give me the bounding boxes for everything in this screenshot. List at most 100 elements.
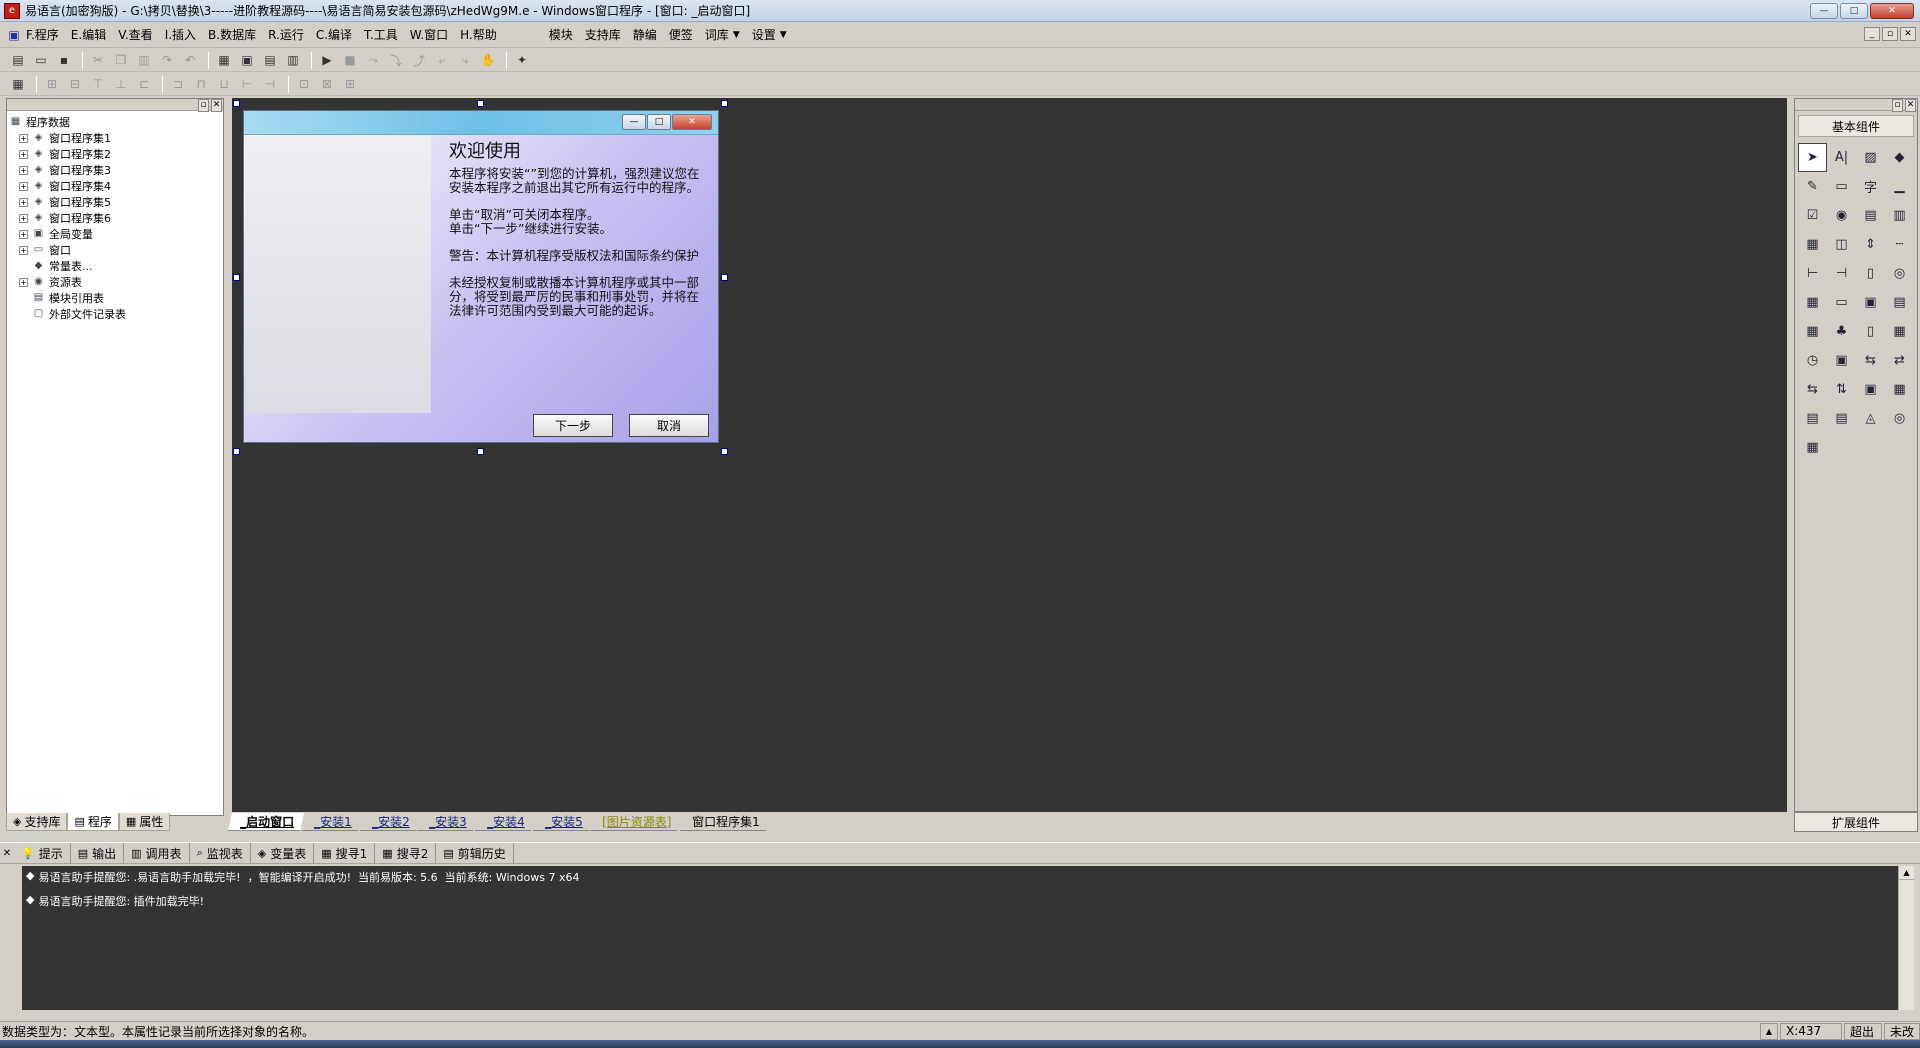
toolbar-icon[interactable]: ⤴ [409,51,429,70]
toolbar-icon[interactable]: ▭ [31,51,51,70]
toolbar-icon[interactable]: ✂ [88,51,108,70]
component-icon[interactable]: ▦ [1798,317,1827,346]
toolbar-icon[interactable]: ▶ [317,51,337,70]
component-icon[interactable]: ▦ [1885,375,1914,404]
toolbar-icon[interactable]: ▣ [237,51,257,70]
component-icon[interactable]: ⊢ [1798,259,1827,288]
component-icon[interactable]: ▭ [1827,172,1856,201]
menu-item[interactable]: R.运行 [262,26,310,43]
output-close-icon[interactable]: ✕ [0,848,14,859]
menu-item[interactable]: W.窗口 [404,26,454,43]
component-icon[interactable]: ◷ [1798,346,1827,375]
menu-item[interactable]: 设置 [746,26,782,43]
designer-tab[interactable]: [图片资源表] [590,813,682,831]
component-icon[interactable]: ▨ [1856,143,1885,172]
toolbar-icon[interactable]: ⊞ [42,75,62,94]
component-icon[interactable]: ▤ [1827,404,1856,433]
component-icon[interactable]: ⇕ [1856,230,1885,259]
expand-toggle-icon[interactable]: + [19,165,28,175]
designer-tab[interactable]: _安装5 [532,813,593,831]
form-maximize-button[interactable]: □ [647,114,671,130]
tree-node[interactable]: + ◉ 资源表 [9,274,221,290]
toolbar-icon[interactable]: ▪ [54,51,74,70]
toolbar-icon[interactable]: ⊔ [214,75,234,94]
tree-node[interactable]: + ◈ 窗口程序集6 [9,210,221,226]
startup-window-form[interactable]: — □ ✕ 欢迎使用 本程序将安装“”到您的计算机，强烈建议您在安装本程序之前退… [243,110,719,443]
document-icon[interactable]: ▣ [6,25,22,44]
resize-handle[interactable] [721,274,728,281]
tree-node[interactable]: + ◈ 窗口程序集3 [9,162,221,178]
expand-toggle-icon[interactable]: + [19,245,28,255]
form-minimize-button[interactable]: — [622,114,646,130]
panel-float-icon[interactable]: ▫ [1892,99,1903,112]
component-icon[interactable]: ⇆ [1798,375,1827,404]
output-scrollbar[interactable]: ▲ [1898,866,1914,1010]
toolbar-icon[interactable]: ▥ [283,51,303,70]
toolbar-icon[interactable]: ↷ [157,51,177,70]
component-icon[interactable]: ▭ [1827,288,1856,317]
menu-item[interactable]: 便签 [663,26,699,43]
output-tab[interactable]: 💡 提示 [14,843,71,863]
component-icon[interactable]: ⇆ [1856,346,1885,375]
expand-toggle-icon[interactable]: + [19,181,28,191]
component-icon[interactable]: ✎ [1798,172,1827,201]
tree-node[interactable]: + ▣ 全局变量 [9,226,221,242]
toolbar-icon[interactable]: ▤ [260,51,280,70]
toolbar-icon[interactable]: ▦ [8,75,28,94]
component-icon[interactable]: ◎ [1885,404,1914,433]
component-icon[interactable]: ♣ [1827,317,1856,346]
menu-item[interactable]: B.数据库 [202,26,262,43]
component-icon[interactable]: ◫ [1827,230,1856,259]
tree-node[interactable]: ▦ 程序数据 [9,114,221,130]
component-icon[interactable]: ☑ [1798,201,1827,230]
toolbar-icon[interactable]: ⊓ [191,75,211,94]
component-icon[interactable]: 字 [1856,172,1885,201]
scroll-up-icon[interactable]: ▲ [1899,866,1914,880]
toolbar-icon[interactable]: ⊥ [111,75,131,94]
toolbar-icon[interactable]: ⤳ [363,51,383,70]
toolbar-icon[interactable]: ⊤ [88,75,108,94]
toolbar-icon[interactable]: ■ [340,51,360,70]
expand-toggle-icon[interactable]: + [19,133,28,143]
output-tab[interactable]: ▦ 搜寻1 [314,843,376,863]
dropdown-arrow-icon[interactable]: ▼ [733,30,740,40]
toolbar-icon[interactable]: ▤ [8,51,28,70]
component-icon[interactable]: ◎ [1885,259,1914,288]
toolbar-icon[interactable]: ⊢ [237,75,257,94]
extended-components-button[interactable]: 扩展组件 [1794,812,1918,832]
designer-tab[interactable]: _安装2 [359,813,420,831]
dropdown-arrow-icon[interactable]: ▼ [780,30,787,40]
menu-item[interactable]: 模块 [543,26,579,43]
toolbar-icon[interactable]: ▦ [214,51,234,70]
menu-item[interactable]: 支持库 [579,26,627,43]
next-button[interactable]: 下一步 [533,414,613,437]
form-close-button[interactable]: ✕ [672,114,712,130]
resize-handle[interactable] [721,448,728,455]
component-icon[interactable]: A| [1827,143,1856,172]
left-tab[interactable]: ◈ 支持库 [6,813,68,831]
mdi-restore-button[interactable]: ▫ [1882,27,1898,41]
component-icon[interactable]: ▤ [1856,201,1885,230]
tree-node[interactable]: ◆ 常量表... [9,258,221,274]
form-title-bar[interactable]: — □ ✕ [244,111,718,135]
output-tab[interactable]: ▥ 调用表 [124,843,190,863]
designer-tab[interactable]: _启动窗口 [228,813,304,831]
output-line[interactable]: ◆ 易语言助手提醒您: 插件加载完毕! [26,893,1898,917]
toolbar-icon[interactable]: ⊡ [294,75,314,94]
menu-item[interactable]: 词库 [699,26,735,43]
tree-node[interactable]: + ◈ 窗口程序集4 [9,178,221,194]
toolbar-icon[interactable]: ↶ [180,51,200,70]
component-icon[interactable]: ▯ [1856,259,1885,288]
toolbar-icon[interactable]: ⊣ [260,75,280,94]
minimize-button[interactable]: — [1810,3,1838,19]
toolbar-icon[interactable]: ⤷ [455,51,475,70]
resize-handle[interactable] [477,448,484,455]
output-tab[interactable]: ▤ 剪辑历史 [436,843,514,863]
tree-node[interactable]: + ◈ 窗口程序集2 [9,146,221,162]
component-icon[interactable]: ▤ [1885,288,1914,317]
component-icon[interactable]: ◬ [1856,404,1885,433]
cancel-button[interactable]: 取消 [629,414,709,437]
toolbar-icon[interactable]: ⊠ [317,75,337,94]
form-picture-box[interactable] [245,136,431,413]
toolbar-icon[interactable]: ⊟ [65,75,85,94]
